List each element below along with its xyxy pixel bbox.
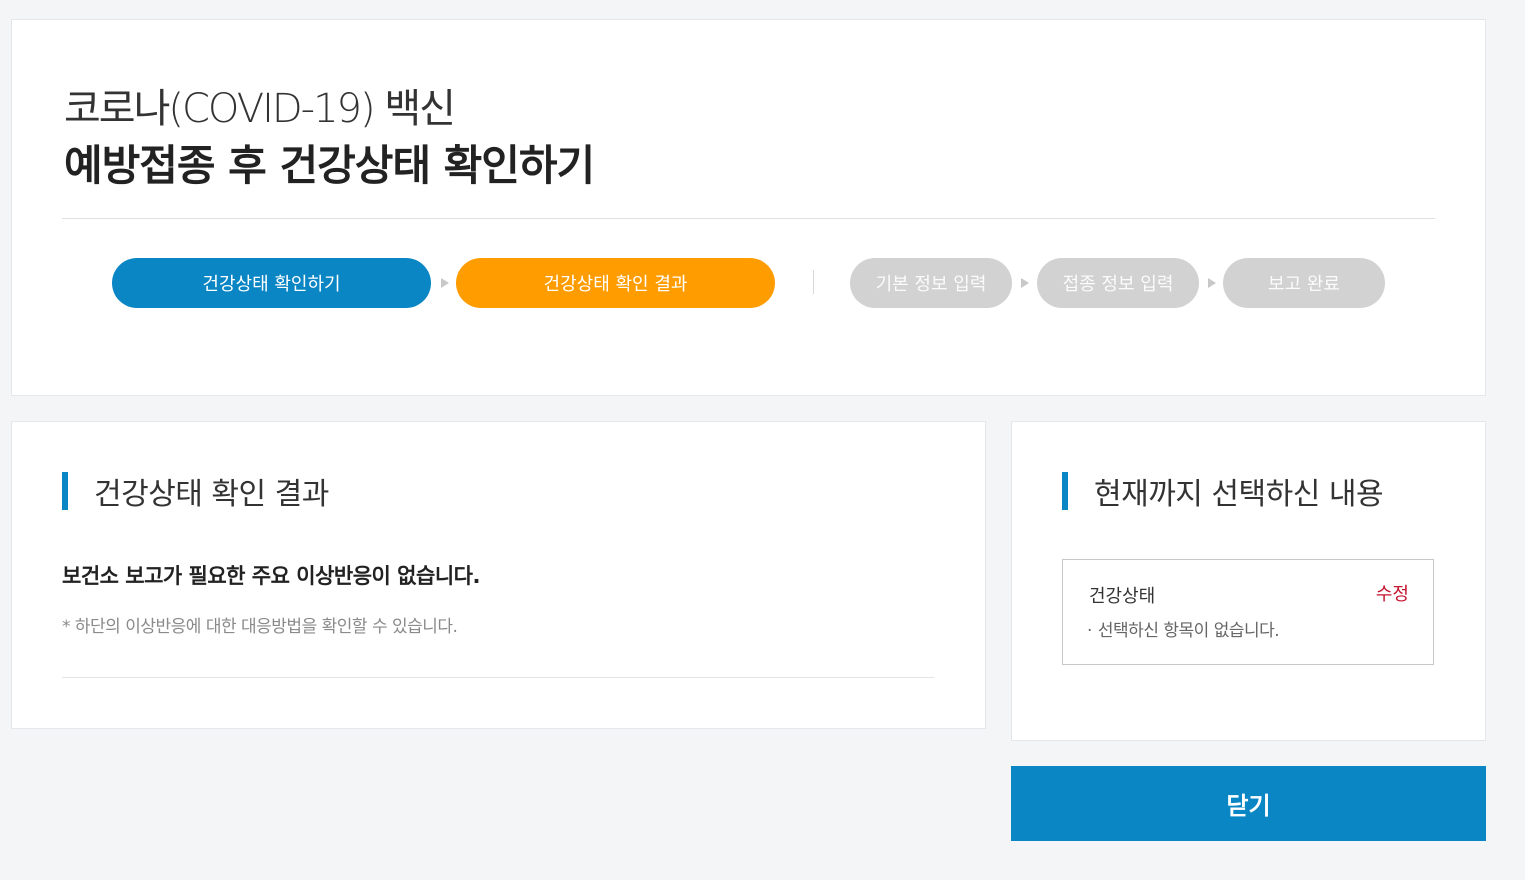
page-header-panel: 코로나(COVID-19) 백신 예방접종 후 건강상태 확인하기 건강상태 확… [11,19,1486,396]
step-arrow-icon [441,278,449,288]
selection-value: · 선택하신 항목이 없습니다. [1087,616,1280,641]
bullet-icon: · [1087,621,1092,641]
step-health-check: 건강상태 확인하기 [112,258,431,308]
summary-section-title: 현재까지 선택하신 내용 [1062,472,1384,512]
step-health-result: 건강상태 확인 결과 [456,258,775,308]
page-title-line2: 예방접종 후 건강상태 확인하기 [64,141,595,190]
edit-link[interactable]: 수정 [1376,580,1409,606]
selection-box: 건강상태 수정 · 선택하신 항목이 없습니다. [1062,559,1434,665]
page-title-line1: 코로나(COVID-19) 백신 [64,86,456,132]
result-note: * 하단의 이상반응에 대한 대응방법을 확인할 수 있습니다. [62,617,458,637]
summary-panel: 현재까지 선택하신 내용 건강상태 수정 · 선택하신 항목이 없습니다. [1011,421,1486,741]
result-panel: 건강상태 확인 결과 보건소 보고가 필요한 주요 이상반응이 없습니다. * … [11,421,986,729]
step-separator [813,270,814,294]
step-report-complete: 보고 완료 [1223,258,1385,308]
step-arrow-icon [1208,278,1216,288]
step-vaccination-info: 접종 정보 입력 [1037,258,1199,308]
header-divider [62,218,1435,219]
result-divider [62,677,934,678]
selection-value-text: 선택하신 항목이 없습니다. [1097,621,1280,641]
step-basic-info: 기본 정보 입력 [850,258,1012,308]
result-message: 보건소 보고가 필요한 주요 이상반응이 없습니다. [62,564,480,588]
step-arrow-icon [1021,278,1029,288]
result-section-title: 건강상태 확인 결과 [62,472,329,512]
close-button[interactable]: 닫기 [1011,766,1486,841]
selection-label: 건강상태 [1089,586,1156,607]
